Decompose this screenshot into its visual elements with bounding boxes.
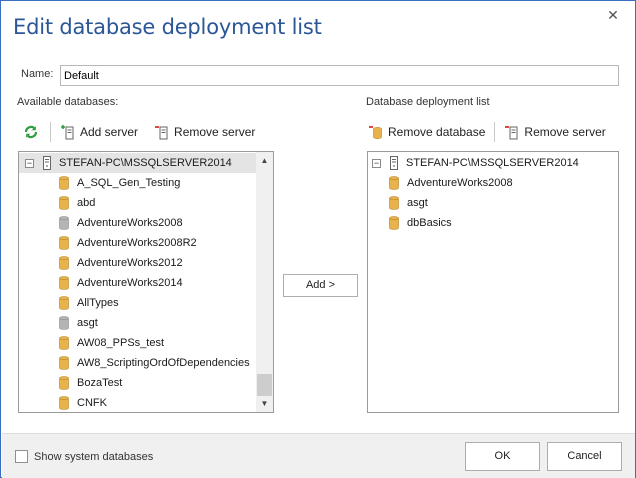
database-item[interactable]: AW08_PPSs_test: [19, 333, 256, 353]
database-name: AllTypes: [77, 297, 119, 309]
server-icon: [390, 156, 398, 170]
available-databases-tree[interactable]: − STEFAN-PC\MSSQLSERVER2014 A_SQL_Gen_Te…: [18, 151, 274, 413]
database-icon: [389, 216, 399, 230]
database-name: AdventureWorks2014: [77, 277, 183, 289]
close-icon[interactable]: ✕: [605, 7, 621, 23]
scroll-down-arrow-icon[interactable]: ▼: [256, 395, 273, 412]
remove-server-label: Remove server: [174, 125, 256, 139]
database-item[interactable]: AW8_ScriptingOrdOfDependencies: [19, 353, 256, 373]
dialog-footer: Show system databases OK Cancel: [2, 433, 635, 478]
database-item[interactable]: AdventureWorks2012: [19, 253, 256, 273]
add-server-label: Add server: [80, 125, 139, 139]
name-label: Name:: [21, 68, 54, 80]
database-icon: [59, 376, 69, 390]
database-icon: [59, 236, 69, 250]
collapse-icon[interactable]: −: [372, 158, 381, 168]
database-item[interactable]: asgt: [368, 193, 618, 213]
remove-database-button[interactable]: Remove database: [368, 121, 489, 143]
database-name: A_SQL_Gen_Testing: [77, 177, 181, 189]
collapse-icon[interactable]: −: [25, 158, 34, 168]
database-name: CNFK: [77, 397, 107, 409]
remove-server-label: Remove server: [524, 125, 606, 139]
database-name: asgt: [407, 197, 428, 209]
show-system-databases-checkbox[interactable]: [15, 450, 28, 463]
toolbar-separator: [50, 122, 51, 142]
database-name: abd: [77, 197, 96, 209]
add-server-button[interactable]: Add server: [56, 121, 142, 143]
remove-server-icon: [155, 126, 168, 140]
database-icon: [59, 316, 69, 330]
database-icon: [59, 396, 69, 410]
database-item[interactable]: AdventureWorks2014: [19, 273, 256, 293]
database-icon: [59, 356, 69, 370]
vertical-scrollbar[interactable]: ▲ ▼: [256, 152, 273, 412]
database-item[interactable]: CNFK: [19, 393, 256, 412]
scroll-up-arrow-icon[interactable]: ▲: [256, 152, 273, 169]
add-server-icon: [61, 125, 74, 140]
show-system-databases-label: Show system databases: [34, 451, 154, 463]
database-item[interactable]: A_SQL_Gen_Testing: [19, 173, 256, 193]
database-icon: [389, 196, 399, 210]
database-icon: [59, 276, 69, 290]
database-item[interactable]: AllTypes: [19, 293, 256, 313]
add-button[interactable]: Add >: [283, 274, 358, 297]
name-input[interactable]: [60, 65, 619, 86]
ok-button[interactable]: OK: [465, 442, 540, 471]
database-name: dbBasics: [407, 217, 452, 229]
database-item[interactable]: abd: [19, 193, 256, 213]
database-name: AW8_ScriptingOrdOfDependencies: [77, 357, 250, 369]
refresh-icon: [24, 125, 38, 139]
database-name: AdventureWorks2012: [77, 257, 183, 269]
toolbar-separator: [494, 122, 496, 142]
database-item[interactable]: AdventureWorks2008R2: [19, 233, 256, 253]
database-icon: [59, 256, 69, 270]
database-icon: [59, 216, 69, 230]
remove-server-button-left[interactable]: Remove server: [150, 121, 259, 143]
remove-server-button-right[interactable]: Remove server: [500, 121, 609, 143]
database-name: asgt: [77, 317, 98, 329]
edit-deployment-dialog: Edit database deployment list ✕ Name: Av…: [0, 0, 636, 478]
database-name: AdventureWorks2008R2: [77, 237, 197, 249]
dialog-title: Edit database deployment list: [13, 15, 322, 39]
server-node[interactable]: − STEFAN-PC\MSSQLSERVER2014: [19, 153, 256, 173]
database-icon: [59, 296, 69, 310]
database-icon: [389, 176, 399, 190]
server-icon: [43, 156, 51, 170]
deployment-list-label: Database deployment list: [366, 96, 490, 108]
database-icon: [59, 196, 69, 210]
database-name: AdventureWorks2008: [77, 217, 183, 229]
available-toolbar: Add server Remove server: [21, 120, 259, 144]
server-name: STEFAN-PC\MSSQLSERVER2014: [59, 157, 232, 169]
remove-server-icon: [505, 126, 518, 140]
database-item[interactable]: dbBasics: [368, 213, 618, 233]
database-item[interactable]: AdventureWorks2008: [368, 173, 618, 193]
available-databases-label: Available databases:: [17, 96, 119, 108]
cancel-button[interactable]: Cancel: [547, 442, 622, 471]
database-name: AdventureWorks2008: [407, 177, 513, 189]
server-name: STEFAN-PC\MSSQLSERVER2014: [406, 157, 579, 169]
database-name: AW08_PPSs_test: [77, 337, 165, 349]
deployment-toolbar: Remove database Remove server: [368, 120, 610, 144]
deployment-databases-tree[interactable]: − STEFAN-PC\MSSQLSERVER2014 AdventureWor…: [367, 151, 619, 413]
scroll-thumb[interactable]: [257, 374, 272, 396]
server-node[interactable]: − STEFAN-PC\MSSQLSERVER2014: [368, 153, 618, 173]
database-item[interactable]: BozaTest: [19, 373, 256, 393]
remove-database-label: Remove database: [388, 125, 486, 139]
database-name: BozaTest: [77, 377, 123, 389]
remove-database-icon: [369, 126, 382, 139]
database-icon: [59, 336, 69, 350]
refresh-button[interactable]: [21, 121, 45, 143]
database-item[interactable]: AdventureWorks2008: [19, 213, 256, 233]
database-item[interactable]: asgt: [19, 313, 256, 333]
database-icon: [59, 176, 69, 190]
